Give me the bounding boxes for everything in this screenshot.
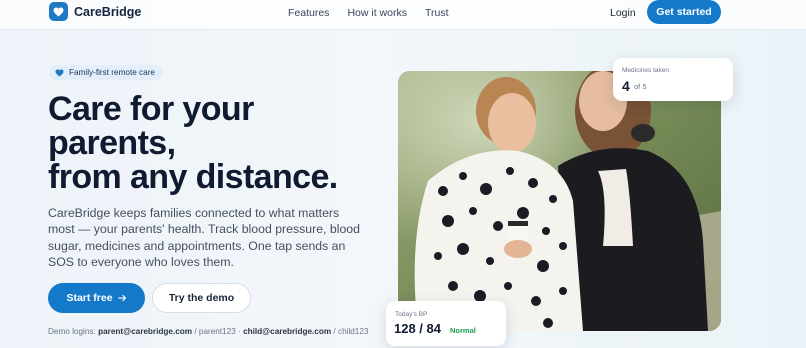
demo-child-email: child@carebridge.com (243, 327, 332, 336)
brand-name: CareBridge (74, 4, 142, 19)
hero-badge: Family-first remote care (49, 65, 163, 80)
try-demo-button[interactable]: Try the demo (152, 283, 251, 313)
login-link[interactable]: Login (610, 7, 636, 19)
demo-logins-prefix: Demo logins: (48, 327, 96, 336)
demo-child-password: / child123 (333, 327, 369, 336)
brand-logo[interactable]: CareBridge (49, 2, 141, 21)
medicines-card: Medicines taken 4 of 5 (613, 58, 733, 101)
medicines-taken-count: 4 (622, 78, 630, 94)
bp-status-badge: Normal (450, 326, 476, 335)
heart-icon (55, 68, 64, 77)
nav-link-trust[interactable]: Trust (425, 7, 449, 19)
hero-photo (398, 71, 721, 331)
nav-link-how-it-works[interactable]: How it works (347, 7, 407, 19)
hero-photo-illustration (398, 71, 721, 331)
nav-link-features[interactable]: Features (288, 7, 329, 19)
get-started-button[interactable]: Get started (647, 0, 721, 24)
bp-card-label: Today's BP (395, 311, 428, 318)
headline-line-3: from any distance. (48, 158, 338, 196)
start-free-button[interactable]: Start free (48, 283, 145, 313)
bp-value: 128 / 84 (394, 321, 441, 336)
demo-logins: Demo logins: parent@carebridge.com / par… (48, 327, 368, 336)
hero-badge-text: Family-first remote care (69, 68, 155, 77)
hero-headline: Care for your parents, from any distance… (48, 92, 388, 194)
demo-parent-password: / parent123 · (194, 327, 241, 336)
headline-line-2: parents, (48, 124, 176, 162)
arrow-right-icon (117, 294, 127, 302)
headline-line-1: Care for your (48, 90, 254, 128)
demo-parent-email: parent@carebridge.com (98, 327, 193, 336)
nav-links: Features How it works Trust (288, 7, 448, 19)
bp-card: Today's BP 128 / 84 Normal (386, 301, 506, 346)
medicines-total: of 5 (634, 82, 647, 91)
hero-description: CareBridge keeps families connected to w… (48, 206, 360, 269)
medicines-card-label: Medicines taken (622, 67, 669, 74)
start-free-label: Start free (66, 292, 113, 304)
heart-icon (49, 2, 68, 21)
top-nav: CareBridge Features How it works Trust L… (0, 0, 806, 30)
